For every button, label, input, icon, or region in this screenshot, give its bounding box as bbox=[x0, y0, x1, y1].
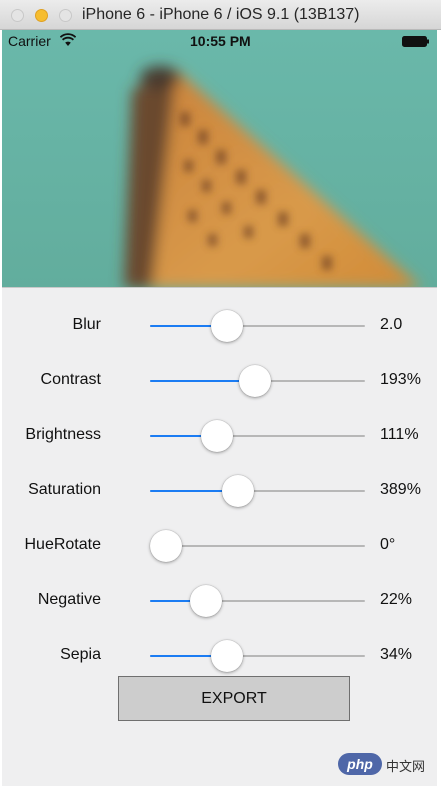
slider-track-negative[interactable] bbox=[150, 585, 365, 617]
slider-track-brightness[interactable] bbox=[150, 420, 365, 452]
slider-label: Saturation bbox=[28, 481, 101, 498]
simulator-screen: Carrier 10:55 PM Blur 2.0 Contrast 193% … bbox=[2, 30, 437, 786]
slider-row-negative: Negative 22% bbox=[2, 581, 437, 621]
carrier-label: Carrier bbox=[8, 33, 51, 49]
slider-value: 111% bbox=[380, 426, 419, 443]
slider-track-contrast[interactable] bbox=[150, 365, 365, 397]
photo-preview bbox=[2, 30, 437, 288]
slider-value: 22% bbox=[380, 591, 413, 608]
slider-label: Contrast bbox=[40, 371, 101, 388]
export-button[interactable]: EXPORT bbox=[118, 676, 350, 721]
watermark-badge: php bbox=[338, 753, 382, 775]
slider-row-contrast: Contrast 193% bbox=[2, 361, 437, 401]
slider-row-blur: Blur 2.0 bbox=[2, 306, 437, 346]
slider-thumb-brightness[interactable] bbox=[201, 420, 233, 452]
slider-thumb-blur[interactable] bbox=[211, 310, 243, 342]
slider-row-saturation: Saturation 389% bbox=[2, 471, 437, 511]
slider-track-saturation[interactable] bbox=[150, 475, 365, 507]
photo-divider bbox=[2, 287, 437, 288]
slider-value: 2.0 bbox=[380, 316, 403, 333]
slider-track-blur[interactable] bbox=[150, 310, 365, 342]
slider-thumb-saturation[interactable] bbox=[222, 475, 254, 507]
slider-label: Blur bbox=[72, 316, 101, 333]
blurred-building-photo bbox=[2, 30, 437, 288]
window-zoom-button[interactable] bbox=[59, 9, 72, 22]
slider-label: Brightness bbox=[25, 426, 101, 443]
slider-label: Negative bbox=[37, 591, 101, 608]
slider-label: HueRotate bbox=[24, 536, 102, 553]
window-minimize-button[interactable] bbox=[35, 9, 48, 22]
window-title: iPhone 6 - iPhone 6 / iOS 9.1 (13B137) bbox=[82, 6, 360, 23]
slider-track-huerotate[interactable] bbox=[150, 530, 365, 562]
window-close-button[interactable] bbox=[11, 9, 24, 22]
slider-thumb-huerotate[interactable] bbox=[150, 530, 182, 562]
slider-row-huerotate: HueRotate 0° bbox=[2, 526, 437, 566]
status-bar: Carrier 10:55 PM bbox=[2, 30, 437, 52]
slider-track-sepia[interactable] bbox=[150, 640, 365, 672]
slider-value: 0° bbox=[380, 536, 396, 553]
window-edge bbox=[437, 30, 441, 786]
slider-row-brightness: Brightness 111% bbox=[2, 416, 437, 456]
status-time: 10:55 PM bbox=[190, 33, 251, 49]
slider-thumb-negative[interactable] bbox=[190, 585, 222, 617]
slider-value: 389% bbox=[380, 481, 421, 498]
window-titlebar: iPhone 6 - iPhone 6 / iOS 9.1 (13B137) bbox=[0, 0, 441, 30]
watermark: php 中文网 bbox=[338, 753, 438, 777]
slider-thumb-contrast[interactable] bbox=[239, 365, 271, 397]
slider-label: Sepia bbox=[60, 646, 101, 663]
battery-icon bbox=[402, 36, 429, 47]
wifi-icon bbox=[60, 33, 76, 46]
slider-thumb-sepia[interactable] bbox=[211, 640, 243, 672]
slider-value: 193% bbox=[380, 371, 421, 388]
slider-value: 34% bbox=[380, 646, 413, 663]
slider-row-sepia: Sepia 34% bbox=[2, 636, 437, 676]
watermark-text: 中文网 bbox=[386, 759, 426, 774]
